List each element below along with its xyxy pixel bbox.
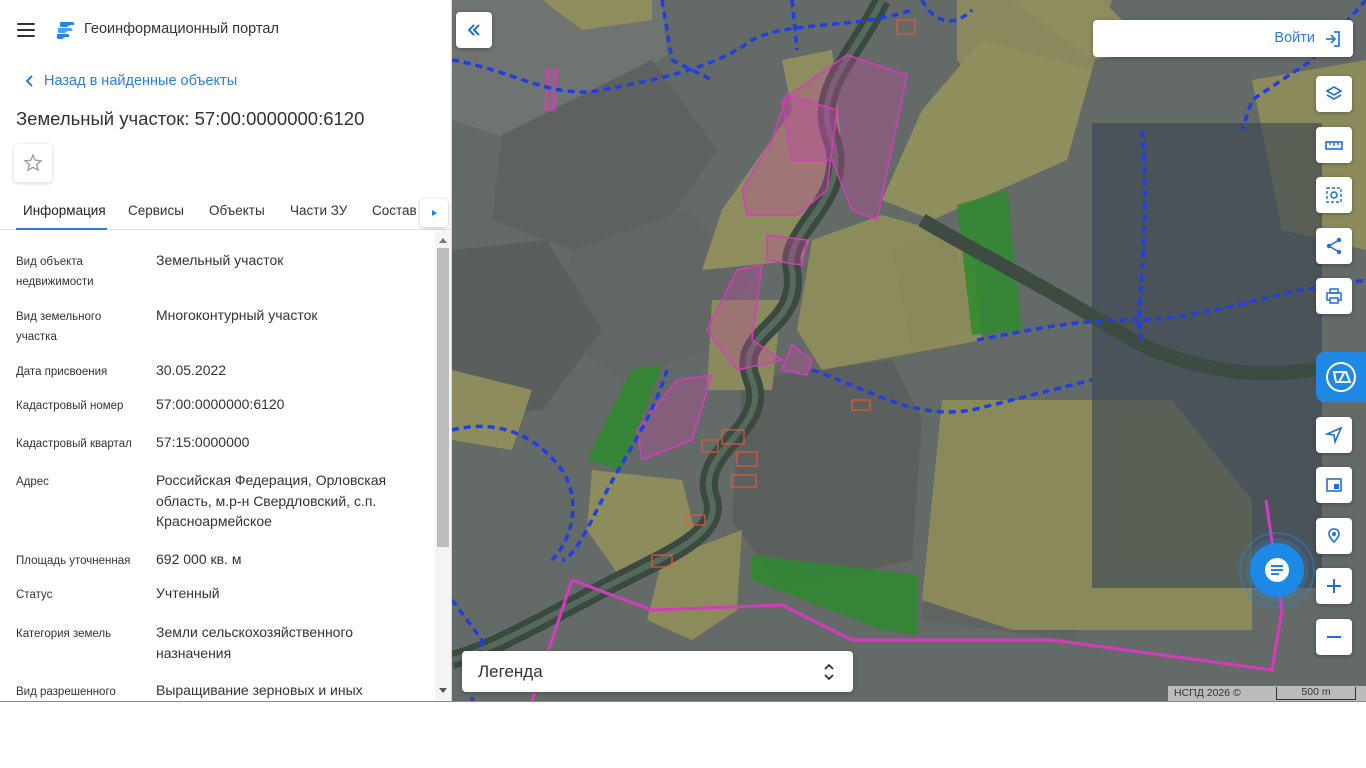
caret-right-icon xyxy=(432,210,437,216)
tab-parcel-parts[interactable]: Части ЗУ xyxy=(290,203,347,218)
info-value: Учтенный xyxy=(156,585,220,601)
tabs-scroll-right-button[interactable] xyxy=(420,199,448,227)
zoom-in-icon xyxy=(1327,579,1341,593)
tab-bar: Информация Сервисы Объекты Части ЗУ Сост… xyxy=(0,192,451,230)
layers-icon xyxy=(1325,86,1343,100)
egrn-icon xyxy=(1326,362,1356,392)
zoom-out-button[interactable] xyxy=(1316,619,1352,655)
info-value: 57:15:0000000 xyxy=(156,434,250,450)
info-label: Вид разрешенного xyxy=(16,686,116,698)
chat-icon xyxy=(1265,558,1289,582)
ruler-button[interactable] xyxy=(1316,127,1352,163)
back-to-results-link[interactable]: Назад в найденные объекты xyxy=(20,71,237,91)
navigate-button[interactable] xyxy=(1316,417,1352,453)
portal-title: Геоинформационный портал xyxy=(84,21,279,37)
minimap-icon xyxy=(1326,478,1342,492)
double-chevron-left-icon xyxy=(467,24,480,36)
area-select-icon xyxy=(1326,187,1342,203)
object-title: Земельный участок: 57:00:0000000:6120 xyxy=(16,108,365,129)
attribution-text: НСПД 2026 © xyxy=(1174,687,1241,699)
share-icon xyxy=(1326,237,1342,255)
scale-bar: 500 m xyxy=(1276,687,1356,700)
login-icon xyxy=(1326,31,1340,47)
legend-label: Легенда xyxy=(478,662,543,681)
scrollbar-thumb[interactable] xyxy=(437,248,449,547)
layers-button[interactable] xyxy=(1316,76,1352,112)
info-value: Выращивание зерновых и иных xyxy=(156,682,363,698)
info-label: Вид объекта недвижимости xyxy=(16,256,94,288)
ruler-icon xyxy=(1325,141,1343,150)
info-label: Адрес xyxy=(16,476,49,488)
info-label: Вид земельного участка xyxy=(16,311,102,343)
active-tab-indicator xyxy=(16,228,107,230)
geolocation-icon xyxy=(1328,528,1340,544)
chat-button[interactable] xyxy=(1250,543,1304,597)
panel-header: Геоинформационный портал xyxy=(0,0,451,60)
favorite-button[interactable] xyxy=(14,144,52,182)
share-button[interactable] xyxy=(1316,228,1352,264)
info-value: Земли сельскохозяйственного назначения xyxy=(156,624,354,661)
info-value: Земельный участок xyxy=(156,252,284,268)
info-label: Кадастровый квартал xyxy=(16,438,132,450)
zoom-in-button[interactable] xyxy=(1316,568,1352,604)
collapse-panel-button[interactable] xyxy=(456,12,492,48)
back-link-label: Назад в найденные объекты xyxy=(44,73,238,89)
minimap-button[interactable] xyxy=(1316,467,1352,503)
portal-logo-icon xyxy=(56,22,75,39)
tab-information[interactable]: Информация xyxy=(23,203,106,218)
info-value: 692 000 кв. м xyxy=(156,551,242,567)
area-select-button[interactable] xyxy=(1316,177,1352,213)
legend-dropdown[interactable]: Легенда xyxy=(462,651,853,692)
info-value: Российская Федерация, Орловская область,… xyxy=(156,472,387,529)
chevron-up-down-icon xyxy=(824,663,834,681)
chevron-left-icon xyxy=(25,75,33,87)
egrn-request-button[interactable] xyxy=(1316,352,1366,402)
info-value: 30.05.2022 xyxy=(156,362,227,378)
info-label: Кадастровый номер xyxy=(16,400,124,412)
info-label: Площадь уточненная xyxy=(16,555,131,567)
info-value: 57:00:0000000:6120 xyxy=(156,396,285,412)
tab-objects[interactable]: Объекты xyxy=(209,203,265,218)
info-label: Дата присвоения xyxy=(16,366,108,378)
info-label: Статус xyxy=(16,589,53,601)
scroll-down-icon[interactable] xyxy=(438,687,448,695)
tab-composition[interactable]: Состав xyxy=(372,203,417,218)
object-info-panel: Геоинформационный портал Назад в найденн… xyxy=(0,0,452,701)
zoom-out-icon xyxy=(1327,636,1341,638)
print-icon xyxy=(1326,288,1342,304)
login-button[interactable]: Войти xyxy=(1093,20,1353,57)
info-label: Категория земель xyxy=(16,628,112,640)
info-value: Многоконтурный участок xyxy=(156,307,318,323)
scroll-up-icon[interactable] xyxy=(438,236,448,244)
star-icon xyxy=(23,153,43,172)
map-attribution: НСПД 2026 © 500 m xyxy=(1168,686,1366,701)
satellite-map[interactable] xyxy=(452,0,1366,701)
login-label: Войти xyxy=(1274,30,1315,46)
print-button[interactable] xyxy=(1316,278,1352,314)
navigate-icon xyxy=(1324,426,1343,445)
geolocation-button[interactable] xyxy=(1316,518,1352,554)
info-list: Вид объекта недвижимости Земельный участ… xyxy=(0,246,435,701)
map-view[interactable]: Войти Легенда НСПД 2026 © 500 m xyxy=(452,0,1366,701)
tab-services[interactable]: Сервисы xyxy=(128,203,184,218)
hamburger-menu-icon[interactable] xyxy=(17,22,35,38)
